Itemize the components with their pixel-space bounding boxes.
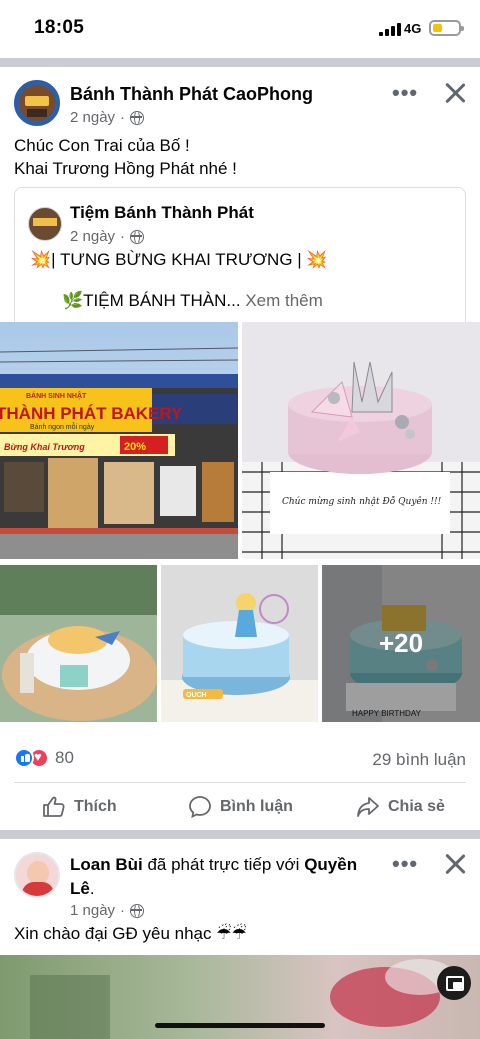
battery-icon bbox=[429, 20, 464, 36]
photo-cake-crown[interactable]: Chúc mừng sinh nhật Đỗ Quyên !!! bbox=[242, 322, 480, 559]
post2-text: Xin chào đại GĐ yêu nhạc ☔☔ bbox=[14, 924, 247, 943]
globe-icon bbox=[130, 229, 145, 244]
storefront-sign-sub: Bánh ngon mỗi ngày bbox=[30, 422, 95, 431]
post-text: Chúc Con Trai của Bố ! Khai Trương Hồng … bbox=[14, 134, 237, 180]
post2-tagged-user[interactable]: Quyền bbox=[304, 855, 357, 874]
photo-cake-plane[interactable] bbox=[0, 565, 157, 722]
comment-label: Bình luận bbox=[220, 798, 293, 815]
photo-storefront[interactable]: BÁNH SINH NHẬT THÀNH PHÁT BAKERY Bánh ng… bbox=[0, 322, 238, 559]
feed-divider bbox=[0, 830, 480, 839]
more-options-icon[interactable]: ••• bbox=[392, 82, 418, 104]
post2-author[interactable]: Loan Bùi bbox=[70, 855, 143, 874]
thumbs-up-icon bbox=[43, 796, 65, 817]
shared-post-time[interactable]: 2 ngày bbox=[70, 228, 115, 245]
network-label: 4G bbox=[404, 21, 422, 36]
post2-meta: 1 ngày · bbox=[70, 902, 145, 919]
post2-tagged-user-cont[interactable]: Lê bbox=[70, 879, 90, 898]
close-icon[interactable] bbox=[444, 853, 466, 875]
post2-action-text: đã phát trực tiếp với bbox=[147, 855, 300, 874]
page-avatar[interactable] bbox=[14, 80, 60, 126]
storefront-banner-discount: 20% bbox=[124, 441, 146, 453]
storefront-banner: Bừng Khai Trương bbox=[4, 442, 85, 452]
comment-bubble-icon bbox=[189, 796, 211, 819]
reactions-summary[interactable]: 80 bbox=[14, 748, 74, 768]
status-bar: 18:05 4G bbox=[0, 0, 480, 58]
comment-button[interactable]: Bình luận bbox=[188, 793, 293, 821]
post2-time[interactable]: 1 ngày bbox=[70, 902, 115, 919]
signal-icon bbox=[379, 23, 401, 36]
cake-message: Chúc mừng sinh nhật Đỗ Quyên !!! bbox=[282, 496, 442, 507]
shared-post-line2: 🌿TIỆM BÁNH THÀN... Xem thêm bbox=[62, 291, 323, 310]
share-button[interactable]: Chia sẻ bbox=[356, 793, 445, 821]
post-author[interactable]: Bánh Thành Phát CaoPhong bbox=[70, 84, 313, 105]
storefront-sign-top: BÁNH SINH NHẬT bbox=[26, 391, 87, 400]
like-label: Thích bbox=[74, 798, 117, 815]
post2-header-text: Loan Bùi đã phát trực tiếp với Quyền Lê. bbox=[70, 855, 358, 898]
shared-post-meta: 2 ngày · bbox=[70, 228, 145, 245]
close-icon[interactable] bbox=[444, 82, 466, 104]
globe-icon bbox=[130, 903, 145, 918]
photo-cake-birthday[interactable]: HAPPY BIRTHDAY +20 bbox=[322, 565, 480, 722]
shared-post-author[interactable]: Tiệm Bánh Thành Phát bbox=[70, 203, 254, 223]
post-meta: 2 ngày · bbox=[70, 109, 145, 126]
globe-icon bbox=[130, 110, 145, 125]
share-arrow-icon bbox=[357, 797, 379, 817]
post-text-line: Khai Trương Hồng Phát nhé ! bbox=[14, 159, 237, 178]
post-text-line: Chúc Con Trai của Bố ! bbox=[14, 136, 190, 155]
photo-cake-elsa[interactable]: OUCH bbox=[161, 565, 318, 722]
actions-divider bbox=[14, 782, 466, 783]
picture-in-picture-icon[interactable] bbox=[437, 966, 471, 1000]
post-time[interactable]: 2 ngày bbox=[70, 109, 115, 126]
like-reaction-icon bbox=[14, 748, 34, 768]
shared-post-headline: 💥| TƯNG BỪNG KHAI TRƯƠNG | 💥 bbox=[30, 250, 328, 269]
feed-divider bbox=[0, 58, 480, 67]
comments-count[interactable]: 29 bình luận bbox=[372, 750, 466, 770]
status-time: 18:05 bbox=[34, 17, 85, 38]
reaction-count: 80 bbox=[55, 748, 74, 767]
like-button[interactable]: Thích bbox=[42, 793, 117, 821]
share-label: Chia sẻ bbox=[388, 798, 445, 815]
more-photos-overlay[interactable]: +20 bbox=[322, 565, 480, 722]
home-indicator bbox=[155, 1023, 325, 1028]
shared-page-avatar[interactable] bbox=[28, 207, 62, 241]
cake-badge: OUCH bbox=[186, 692, 207, 699]
storefront-sign-main: THÀNH PHÁT BAKERY bbox=[0, 404, 183, 423]
more-options-icon[interactable]: ••• bbox=[392, 853, 418, 875]
see-more-link[interactable]: Xem thêm bbox=[245, 291, 322, 310]
user-avatar[interactable] bbox=[14, 852, 60, 898]
